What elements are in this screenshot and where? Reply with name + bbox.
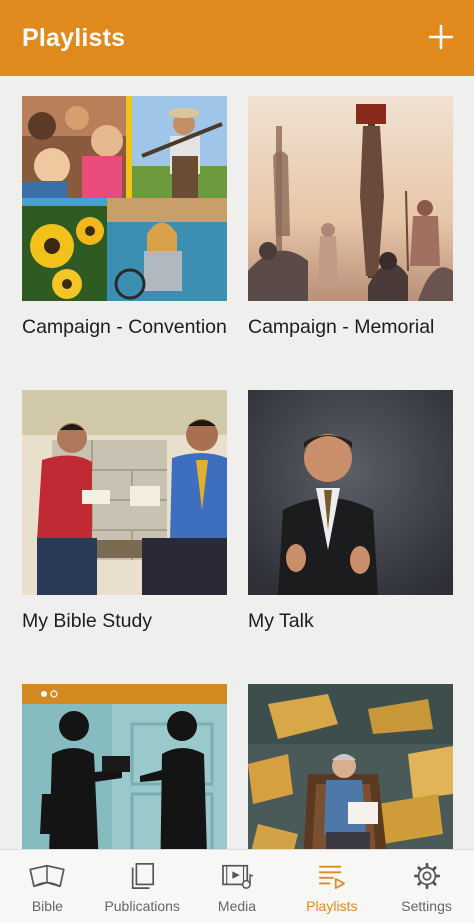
playlist-card[interactable]	[248, 684, 453, 849]
stacked-pages-icon	[132, 863, 155, 889]
bottom-tab-bar: Bible Publications Media Playlists Setti…	[0, 849, 474, 923]
open-book-icon	[29, 864, 66, 888]
playlist-thumbnail	[22, 390, 227, 595]
playlist-thumbnail	[248, 390, 453, 595]
playlist-grid: Campaign - Convention Campaign - Memoria…	[0, 76, 474, 849]
app-bar: Playlists	[0, 0, 474, 76]
tab-publications[interactable]: Publications	[95, 850, 190, 923]
playlist-card-my-talk[interactable]: My Talk	[248, 390, 453, 634]
playlist-card[interactable]	[22, 684, 227, 849]
playlist-card-campaign-convention[interactable]: Campaign - Convention	[22, 96, 227, 340]
playlist-thumbnail	[22, 684, 227, 849]
playlist-icon	[318, 865, 345, 889]
playlist-title: Campaign - Convention	[22, 316, 227, 338]
tab-label: Media	[217, 898, 257, 914]
playlist-thumbnail	[248, 96, 453, 301]
playlist-card-my-bible-study[interactable]: My Bible Study	[22, 390, 227, 634]
playlist-title: My Talk	[248, 610, 314, 632]
tab-label: Playlists	[306, 898, 358, 914]
playlist-card-campaign-memorial[interactable]: Campaign - Memorial	[248, 96, 453, 340]
tab-bible[interactable]: Bible	[0, 850, 95, 923]
tab-media[interactable]: Media	[190, 850, 285, 923]
playlist-thumbnail	[248, 684, 453, 849]
page-title: Playlists	[22, 24, 126, 52]
media-icon	[222, 864, 254, 889]
playlist-title: My Bible Study	[22, 610, 153, 632]
page-indicator-active	[41, 691, 47, 697]
tab-label: Bible	[31, 898, 63, 914]
tab-playlists[interactable]: Playlists	[284, 850, 379, 923]
playlist-title: Campaign - Memorial	[248, 316, 435, 338]
plus-icon[interactable]	[428, 24, 454, 50]
playlist-thumbnail	[22, 96, 227, 301]
tab-settings[interactable]: Settings	[379, 850, 474, 923]
gear-icon	[413, 862, 440, 890]
tab-label: Settings	[401, 898, 452, 914]
tab-label: Publications	[104, 898, 180, 914]
